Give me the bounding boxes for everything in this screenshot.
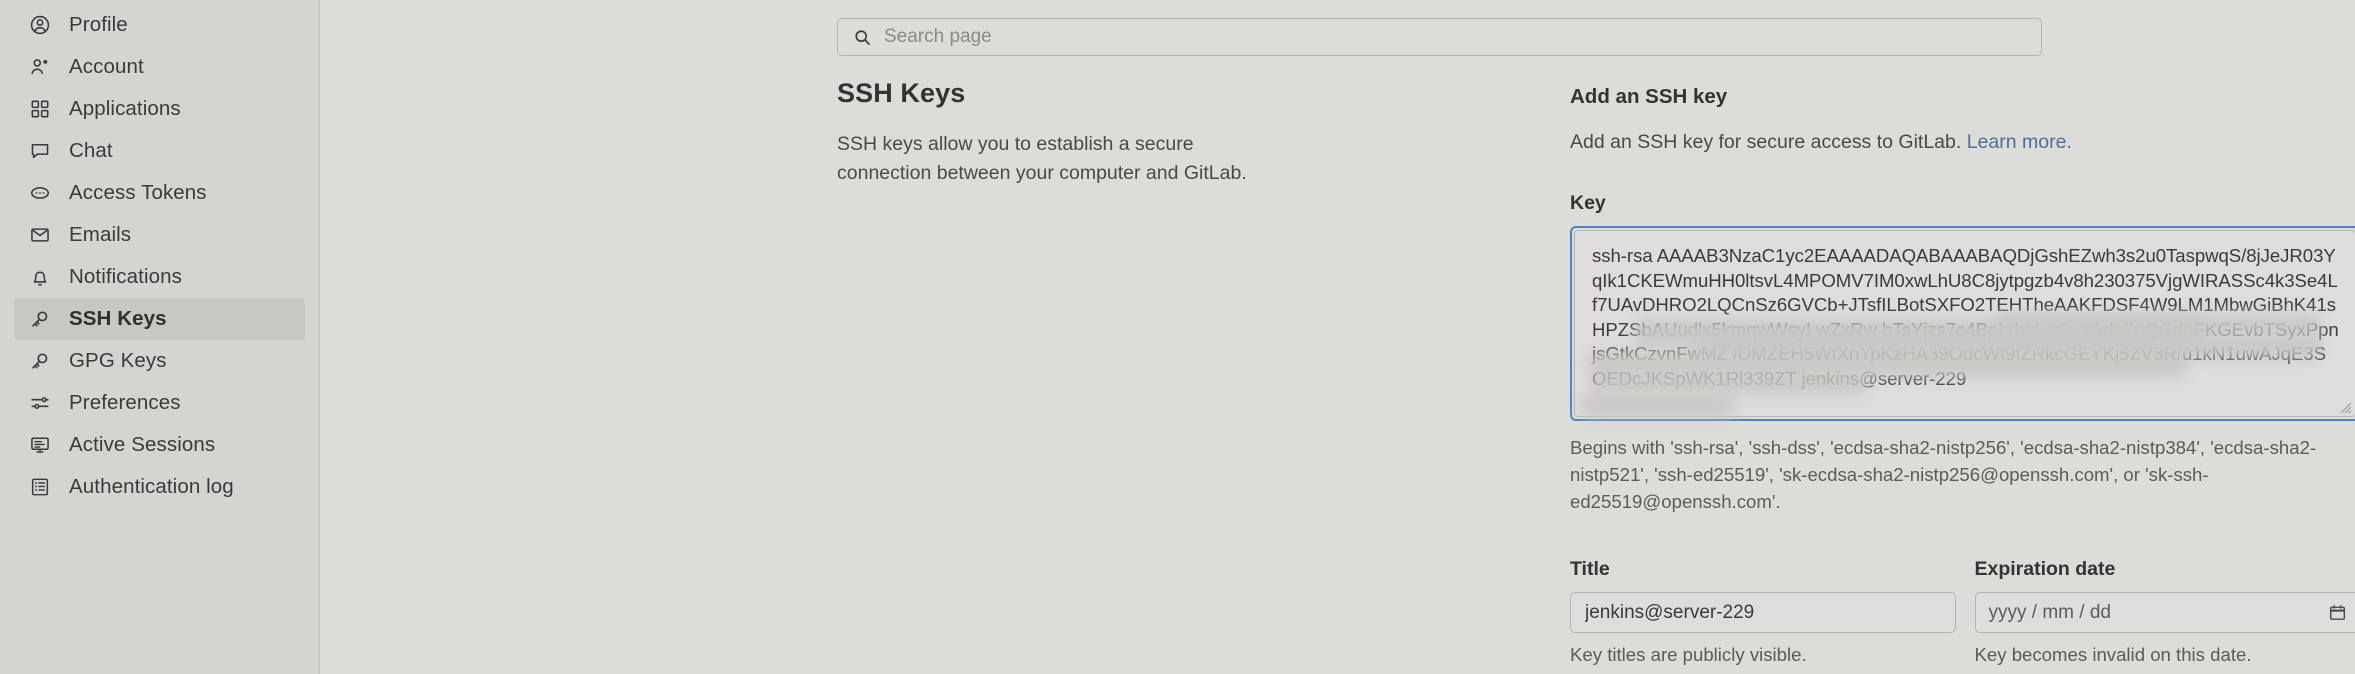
key-textarea-wrapper <box>1570 226 2355 422</box>
sidebar-item-emails[interactable]: Emails <box>14 214 305 256</box>
page-description: SSH keys allow you to establish a secure… <box>837 133 1247 185</box>
sidebar-item-active-sessions[interactable]: Active Sessions <box>14 424 305 466</box>
chat-bubble-icon <box>28 139 52 163</box>
key-icon <box>28 307 52 331</box>
sidebar-item-label: Chat <box>69 138 113 162</box>
sliders-icon <box>28 391 52 415</box>
sidebar-item-ssh-keys[interactable]: SSH Keys <box>14 298 305 340</box>
key-format-hint: Begins with 'ssh-rsa', 'ssh-dss', 'ecdsa… <box>1570 437 2317 513</box>
sidebar-item-authentication-log[interactable]: Authentication log <box>14 466 305 508</box>
token-icon <box>28 181 52 205</box>
ssh-keys-description-column: SSH Keys SSH keys allow you to establish… <box>837 78 1252 189</box>
key-icon <box>28 349 52 373</box>
settings-main-content: SSH Keys SSH keys allow you to establish… <box>320 0 2355 674</box>
expiration-field-hint: Key becomes invalid on this date. <box>1974 644 2252 666</box>
sidebar-item-access-tokens[interactable]: Access Tokens <box>14 172 305 214</box>
sidebar-item-label: Emails <box>69 222 132 246</box>
learn-more-link[interactable]: Learn more. <box>1967 131 2072 153</box>
sidebar-item-label: Preferences <box>69 390 181 414</box>
settings-sidebar: Profile Account Applications Chat Access… <box>0 0 320 674</box>
search-icon <box>853 28 872 47</box>
sidebar-item-label: Notifications <box>69 264 182 288</box>
expiration-date-input[interactable] <box>1974 592 2355 634</box>
grid-apps-icon <box>28 97 52 121</box>
sidebar-item-chat[interactable]: Chat <box>14 130 305 172</box>
sidebar-item-label: SSH Keys <box>69 306 167 330</box>
sidebar-item-label: Applications <box>69 96 181 120</box>
add-ssh-key-heading: Add an SSH key <box>1570 85 1728 108</box>
sidebar-item-label: Authentication log <box>69 474 234 498</box>
key-field-label: Key <box>1570 192 1606 215</box>
search-page-box[interactable] <box>837 18 2042 56</box>
sidebar-item-label: Access Tokens <box>69 180 207 204</box>
sidebar-item-profile[interactable]: Profile <box>14 4 305 46</box>
envelope-icon <box>28 223 52 247</box>
sidebar-item-notifications[interactable]: Notifications <box>14 256 305 298</box>
add-ssh-key-subtitle: Add an SSH key for secure access to GitL… <box>1570 129 2355 156</box>
account-icon <box>28 55 52 79</box>
expiration-field-group: Expiration date yyyy / mm / dd Key becom… <box>1974 558 2355 666</box>
list-log-icon <box>28 475 52 499</box>
bell-icon <box>28 265 52 289</box>
add-ssh-key-form: Add an SSH key Add an SSH key for secure… <box>1570 85 2355 674</box>
sidebar-item-label: Profile <box>69 12 128 36</box>
key-title-input[interactable] <box>1570 592 1956 634</box>
sidebar-item-label: Active Sessions <box>69 432 216 456</box>
add-ssh-key-subtitle-text: Add an SSH key for secure access to GitL… <box>1570 131 1962 153</box>
ssh-keys-settings-page: Profile Account Applications Chat Access… <box>0 0 2355 674</box>
title-field-hint: Key titles are publicly visible. <box>1570 644 1807 666</box>
search-input[interactable] <box>882 19 1952 55</box>
sidebar-item-label: GPG Keys <box>69 348 167 372</box>
page-title: SSH Keys <box>837 78 966 108</box>
user-circle-icon <box>28 13 52 37</box>
ssh-key-textarea[interactable] <box>1574 230 2355 418</box>
expiration-date-wrapper: yyyy / mm / dd <box>1974 592 2355 634</box>
sidebar-nav-list: Profile Account Applications Chat Access… <box>0 4 319 508</box>
search-page-wrapper <box>837 18 2042 56</box>
title-and-expiration-row: Title Key titles are publicly visible. E… <box>1570 558 2355 666</box>
title-field-label: Title <box>1570 558 1610 581</box>
sidebar-item-preferences[interactable]: Preferences <box>14 382 305 424</box>
sidebar-item-gpg-keys[interactable]: GPG Keys <box>14 340 305 382</box>
sidebar-item-label: Account <box>69 54 144 78</box>
title-field-group: Title Key titles are publicly visible. <box>1570 558 1956 666</box>
monitor-icon <box>28 433 52 457</box>
expiration-field-label: Expiration date <box>1974 558 2116 581</box>
sidebar-item-applications[interactable]: Applications <box>14 88 305 130</box>
sidebar-item-account[interactable]: Account <box>14 46 305 88</box>
